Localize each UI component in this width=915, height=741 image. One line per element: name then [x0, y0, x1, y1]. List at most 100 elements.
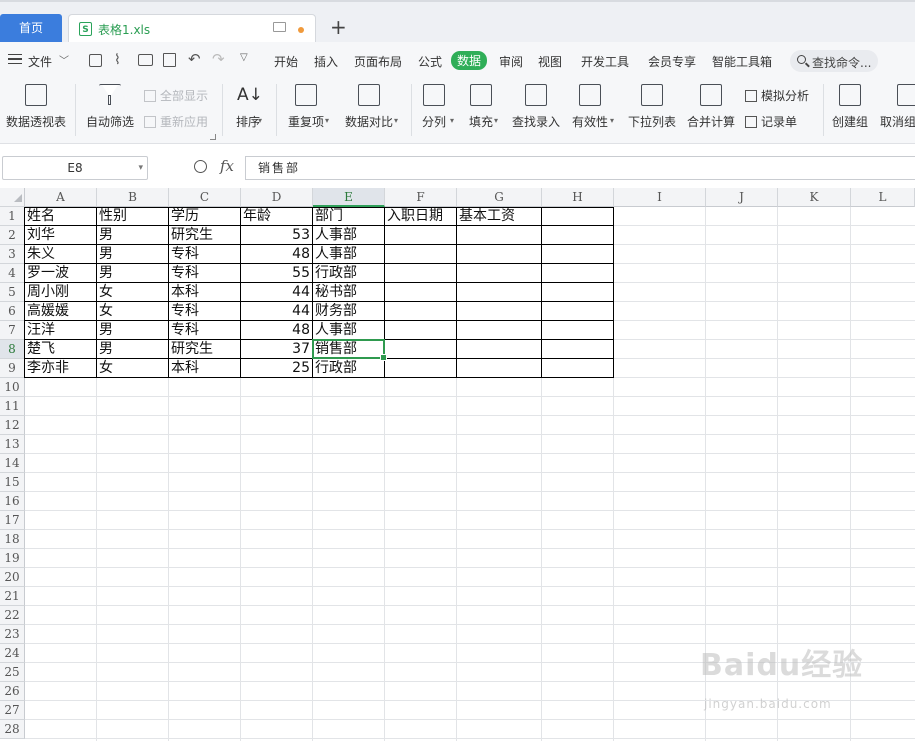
hamburger-icon[interactable] — [8, 54, 22, 64]
row-header-9[interactable]: 9 — [0, 359, 25, 378]
fill-button[interactable]: 填充 — [465, 78, 497, 130]
column-header-I[interactable]: I — [614, 188, 706, 207]
command-search[interactable]: 查找命令... — [790, 50, 878, 72]
data-compare-button[interactable]: 数据对比 — [341, 78, 397, 130]
cell-E9[interactable]: 行政部 — [313, 359, 384, 378]
column-header-L[interactable]: L — [851, 188, 915, 207]
chevron-down-icon[interactable]: ﹀ — [59, 52, 69, 67]
cell-B4[interactable]: 男 — [97, 264, 168, 283]
row-header-25[interactable]: 25 — [0, 663, 25, 682]
print-icon[interactable] — [138, 54, 153, 66]
cell-C3[interactable]: 专科 — [169, 245, 240, 264]
cell-B9[interactable]: 女 — [97, 359, 168, 378]
cell-B2[interactable]: 男 — [97, 226, 168, 245]
row-header-17[interactable]: 17 — [0, 511, 25, 530]
row-header-1[interactable]: 1 — [0, 207, 25, 226]
compare-dropdown-icon[interactable]: ▾ — [394, 116, 398, 125]
autofilter-button[interactable]: 自动筛选 — [84, 78, 136, 130]
create-group-button[interactable]: 创建组 — [830, 78, 870, 130]
split-column-button[interactable]: 分列 — [418, 78, 450, 130]
menu-data[interactable]: 数据 — [451, 51, 488, 70]
save-icon[interactable] — [89, 54, 102, 67]
menu-view[interactable]: 视图 — [538, 53, 562, 70]
row-header-19[interactable]: 19 — [0, 549, 25, 568]
row-header-4[interactable]: 4 — [0, 264, 25, 283]
cell-D3[interactable]: 48 — [241, 245, 312, 264]
cell-B8[interactable]: 男 — [97, 340, 168, 359]
validity-button[interactable]: 有效性 — [569, 78, 611, 130]
row-header-26[interactable]: 26 — [0, 682, 25, 701]
dialog-launcher-icon[interactable] — [210, 134, 216, 140]
column-header-J[interactable]: J — [706, 188, 778, 207]
row-header-23[interactable]: 23 — [0, 625, 25, 644]
cell-E5[interactable]: 秘书部 — [313, 283, 384, 302]
row-header-6[interactable]: 6 — [0, 302, 25, 321]
cell-C5[interactable]: 本科 — [169, 283, 240, 302]
duplicates-dropdown-icon[interactable]: ▾ — [325, 116, 329, 125]
print-preview-icon[interactable] — [163, 53, 176, 67]
cell-A2[interactable]: 刘华 — [25, 226, 96, 245]
cell-A4[interactable]: 罗一波 — [25, 264, 96, 283]
format-painter-icon[interactable]: ⌇ — [114, 52, 121, 68]
row-header-16[interactable]: 16 — [0, 492, 25, 511]
ungroup-button[interactable]: 取消组 — [877, 78, 915, 130]
cell-D4[interactable]: 55 — [241, 264, 312, 283]
cell-B3[interactable]: 男 — [97, 245, 168, 264]
cell-B5[interactable]: 女 — [97, 283, 168, 302]
menu-start[interactable]: 开始 — [274, 53, 298, 70]
formula-input[interactable]: 销售部 — [245, 156, 915, 180]
row-header-2[interactable]: 2 — [0, 226, 25, 245]
menu-review[interactable]: 审阅 — [499, 53, 523, 70]
show-all-button[interactable]: 全部显示 — [144, 87, 208, 104]
row-header-15[interactable]: 15 — [0, 473, 25, 492]
cell-A7[interactable]: 汪洋 — [25, 321, 96, 340]
cell-C6[interactable]: 专科 — [169, 302, 240, 321]
row-header-24[interactable]: 24 — [0, 644, 25, 663]
row-header-21[interactable]: 21 — [0, 587, 25, 606]
zoom-icon[interactable] — [194, 160, 207, 173]
menu-member[interactable]: 会员专享 — [648, 53, 696, 70]
undo-icon[interactable]: ↶ — [188, 50, 201, 68]
monitor-icon[interactable] — [273, 22, 286, 32]
row-header-27[interactable]: 27 — [0, 701, 25, 720]
cell-D5[interactable]: 44 — [241, 283, 312, 302]
column-header-E[interactable]: E — [313, 188, 385, 207]
row-header-5[interactable]: 5 — [0, 283, 25, 302]
reapply-button[interactable]: 重新应用 — [144, 113, 208, 130]
row-header-11[interactable]: 11 — [0, 397, 25, 416]
row-header-3[interactable]: 3 — [0, 245, 25, 264]
column-header-F[interactable]: F — [385, 188, 457, 207]
record-form-button[interactable]: 记录单 — [745, 113, 797, 130]
cell-D2[interactable]: 53 — [241, 226, 312, 245]
cell-A8[interactable]: 楚飞 — [25, 340, 96, 359]
pivot-table-button[interactable]: 数据透视表 — [4, 78, 68, 130]
column-header-K[interactable]: K — [778, 188, 851, 207]
cell-D1[interactable]: 年龄 — [241, 207, 312, 226]
menu-page-layout[interactable]: 页面布局 — [354, 53, 402, 70]
dropdown-list-button[interactable]: 下拉列表 — [626, 78, 678, 130]
tab-home[interactable]: 首页 — [0, 14, 62, 42]
cell-C7[interactable]: 专科 — [169, 321, 240, 340]
consolidate-button[interactable]: 合并计算 — [685, 78, 737, 130]
select-all-corner[interactable] — [0, 188, 25, 207]
row-header-7[interactable]: 7 — [0, 321, 25, 340]
validity-dropdown-icon[interactable]: ▾ — [610, 116, 614, 125]
row-header-12[interactable]: 12 — [0, 416, 25, 435]
column-header-H[interactable]: H — [542, 188, 614, 207]
lookup-entry-button[interactable]: 查找录入 — [510, 78, 562, 130]
cell-A3[interactable]: 朱义 — [25, 245, 96, 264]
cell-D9[interactable]: 25 — [241, 359, 312, 378]
cell-B1[interactable]: 性别 — [97, 207, 168, 226]
cell-C1[interactable]: 学历 — [169, 207, 240, 226]
cell-C2[interactable]: 研究生 — [169, 226, 240, 245]
fill-handle[interactable] — [380, 354, 387, 361]
menu-developer[interactable]: 开发工具 — [581, 53, 629, 70]
row-header-18[interactable]: 18 — [0, 530, 25, 549]
cell-D7[interactable]: 48 — [241, 321, 312, 340]
row-header-8[interactable]: 8 — [0, 340, 25, 359]
column-header-B[interactable]: B — [97, 188, 169, 207]
column-header-G[interactable]: G — [457, 188, 542, 207]
menu-file[interactable]: 文件 — [28, 53, 52, 70]
fill-dropdown-icon[interactable]: ▾ — [494, 116, 498, 125]
column-header-A[interactable]: A — [25, 188, 97, 207]
